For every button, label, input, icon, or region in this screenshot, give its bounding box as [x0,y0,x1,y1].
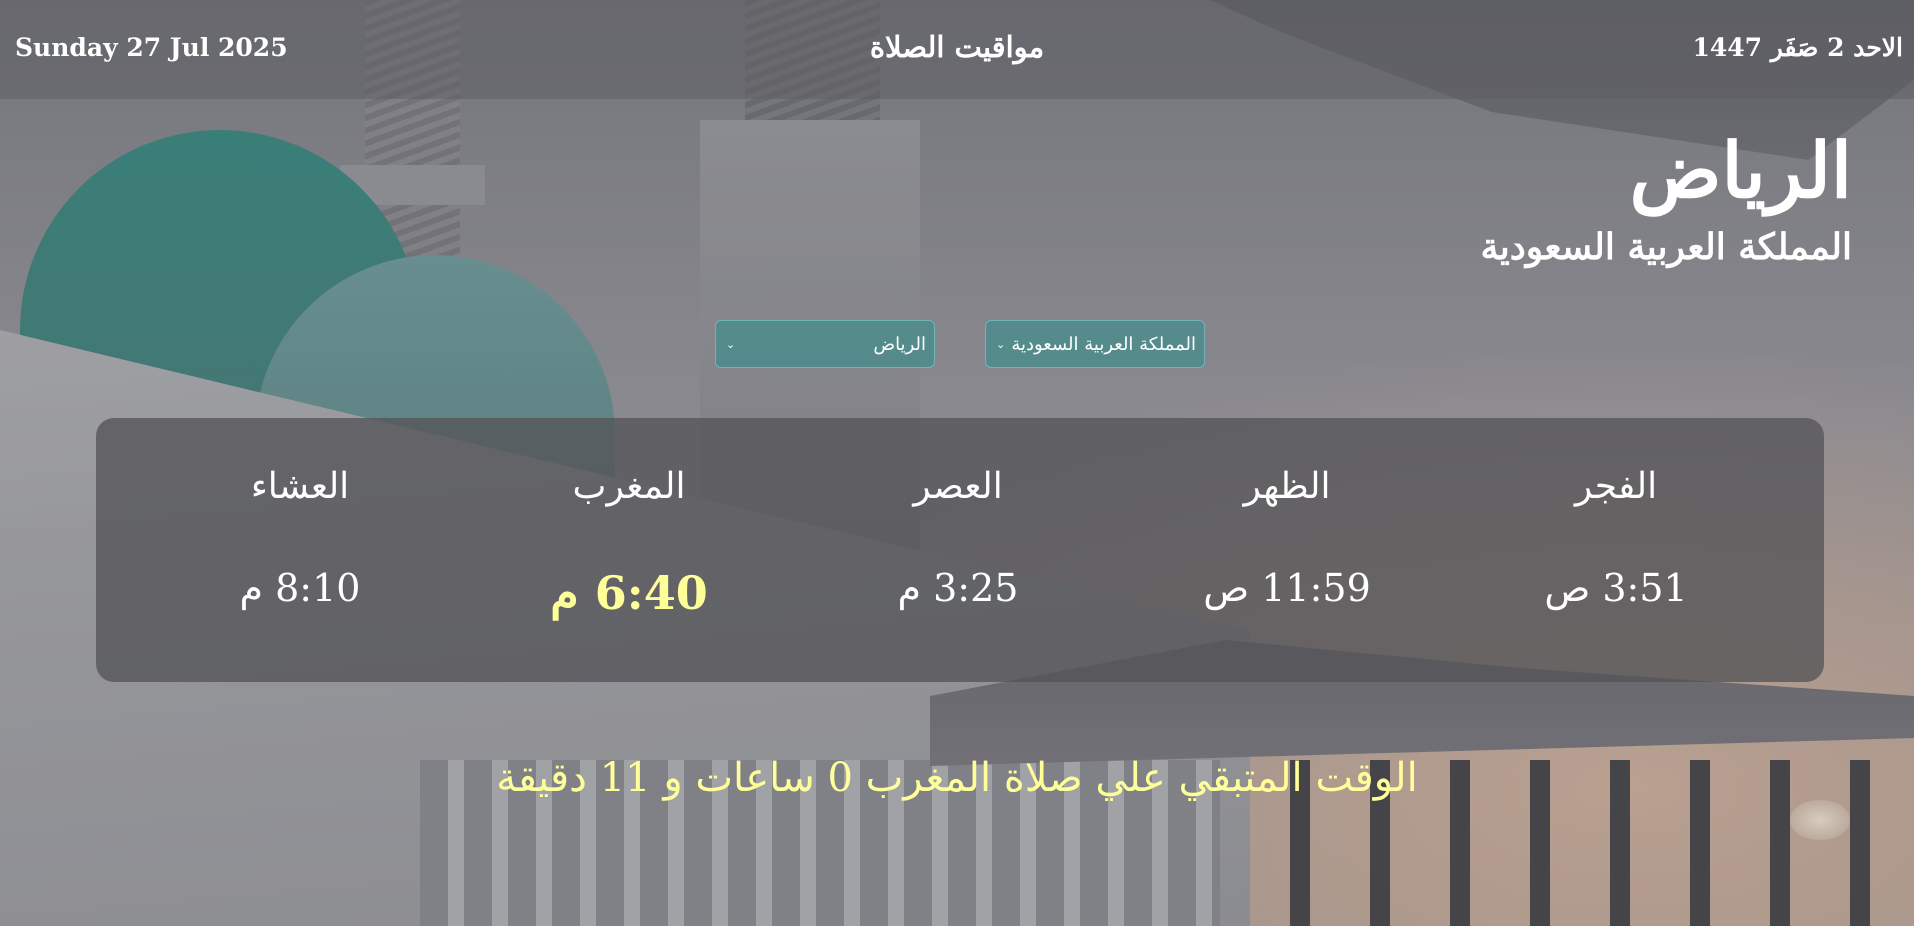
header-bar: Sunday 27 Jul 2025 مواقيت الصلاة الاحد 2… [0,0,1914,99]
prayer-isha: العشاء 8:10 م [180,418,420,682]
prayer-fajr: الفجر 3:51 ص [1496,418,1736,682]
prayer-name: العصر [913,466,1003,507]
prayer-time: 8:10 م [239,566,361,610]
prayer-time-next: 6:40 م [550,566,708,620]
page-title: مواقيت الصلاة [869,30,1045,64]
chevron-down-icon: ⌄ [996,337,1006,351]
prayer-name: الفجر [1574,466,1658,507]
city-select-value: الرياض [873,333,926,355]
country-select-value: المملكة العربية السعودية [1011,333,1196,355]
country-select[interactable]: ⌄ المملكة العربية السعودية [985,320,1205,368]
prayer-name: العشاء [250,466,350,507]
prayer-times-panel: الفجر 3:51 ص الظهر 11:59 ص العصر 3:25 م … [96,418,1824,682]
city-name: الرياض [1629,126,1852,215]
prayer-asr: العصر 3:25 م [838,418,1078,682]
prayer-name: المغرب [572,466,686,507]
location-heading: الرياض المملكة العربية السعودية [1480,125,1852,268]
prayer-dhuhr: الظهر 11:59 ص [1167,418,1407,682]
prayer-maghrib: المغرب 6:40 م [509,418,749,682]
chevron-down-icon: ⌄ [726,337,736,351]
prayer-time: 3:51 ص [1544,566,1688,610]
country-name: المملكة العربية السعودية [1480,226,1852,269]
prayer-name: الظهر [1243,466,1331,507]
prayer-time: 3:25 م [897,566,1019,610]
countdown-text: الوقت المتبقي علي صلاة المغرب 0 ساعات و … [496,755,1418,801]
prayer-time: 11:59 ص [1203,566,1371,610]
city-select[interactable]: ⌄ الرياض [715,320,935,368]
hijri-date: الاحد 2 صَفَر 1447 [1692,33,1903,62]
